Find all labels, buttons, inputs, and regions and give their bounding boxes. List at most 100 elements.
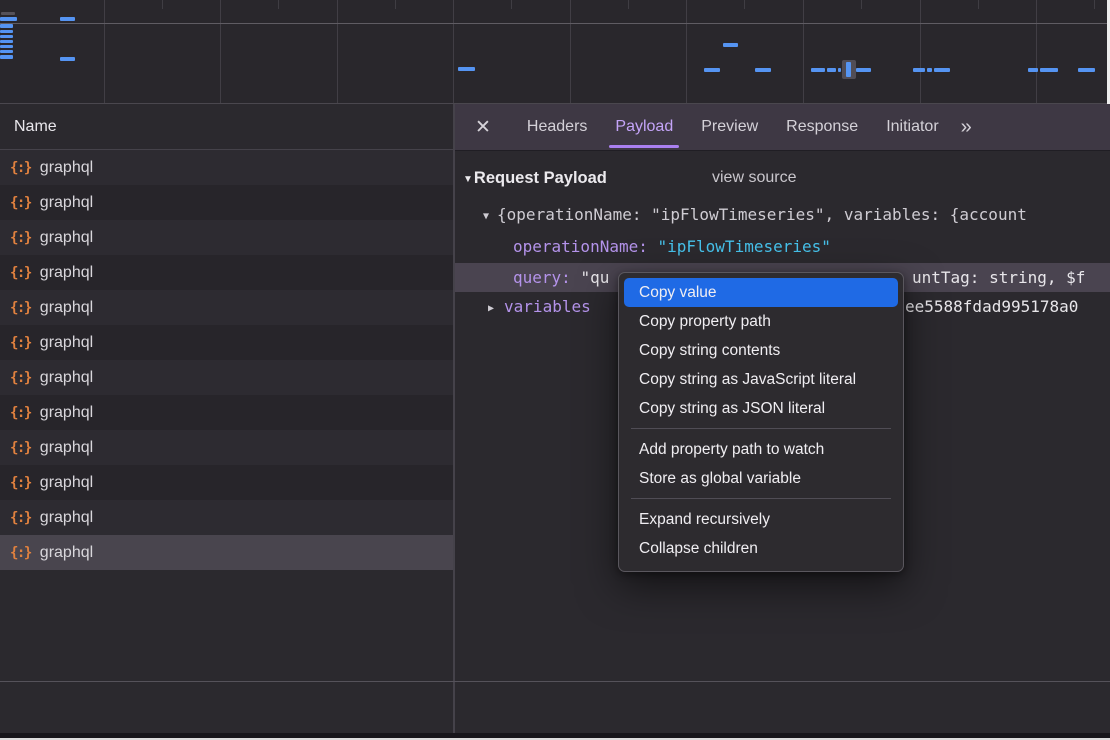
request-name-label: graphql	[40, 264, 93, 282]
request-row[interactable]: {:} graphql	[0, 430, 453, 465]
request-row[interactable]: {:} graphql	[0, 255, 453, 290]
overview-gridline	[803, 0, 804, 103]
menu-item-add-property-path-to-watch[interactable]: Add property path to watch	[624, 435, 898, 464]
request-row[interactable]: {:}graphql	[0, 465, 453, 500]
menu-item-expand-recursively[interactable]: Expand recursively	[624, 505, 898, 534]
overview-gridline	[570, 0, 571, 103]
overview-gridline	[104, 0, 105, 103]
payload-root-row[interactable]: ▼ {operationName: "ipFlowTimeseries", var…	[455, 201, 1110, 229]
tab-headers[interactable]: Headers	[513, 104, 601, 151]
overview-selected-request-marker[interactable]	[842, 60, 856, 79]
overview-request-bar	[458, 67, 475, 71]
overview-grid-tick	[978, 0, 979, 9]
payload-object-preview: {operationName: "ipFlowTimeseries", vari…	[497, 205, 1027, 224]
overview-selected-request-bar	[846, 62, 851, 77]
more-tabs-chevron-icon[interactable]: »	[961, 116, 970, 139]
overview-request-bar	[934, 68, 950, 72]
property-value-string-tail: untTag: string, $f	[912, 263, 1085, 292]
tab-payload[interactable]: Payload	[601, 104, 687, 151]
request-name-label: graphql	[40, 439, 93, 457]
tab-initiator[interactable]: Initiator	[872, 104, 952, 151]
expand-triangle-icon[interactable]: ▼	[483, 203, 489, 231]
overview-request-bar	[723, 43, 738, 47]
json-braces-icon: {:}	[10, 265, 31, 281]
collapsed-triangle-icon[interactable]: ▶	[488, 295, 494, 323]
section-expand-triangle-icon[interactable]: ▼	[463, 166, 473, 194]
overview-grid-tick	[628, 0, 629, 9]
request-name-label: graphql	[40, 544, 93, 562]
overview-request-bar	[755, 68, 771, 72]
request-row[interactable]: {:}graphql	[0, 395, 453, 430]
overview-request-bar	[0, 50, 13, 53]
view-source-link[interactable]: view source	[712, 164, 796, 192]
footer-divider-line	[0, 681, 1110, 682]
menu-item-collapse-children[interactable]: Collapse children	[624, 534, 898, 563]
overview-request-bar	[927, 68, 932, 72]
menu-item-copy-value[interactable]: Copy value	[624, 278, 898, 307]
section-title: Request Payload	[474, 169, 607, 187]
request-name-label: graphql	[40, 299, 93, 317]
name-column-header[interactable]: Name	[0, 104, 453, 150]
overview-request-bar	[811, 68, 825, 72]
menu-separator	[631, 498, 891, 499]
json-braces-icon: {:}	[10, 335, 31, 351]
menu-separator	[631, 428, 891, 429]
menu-item-copy-property-path[interactable]: Copy property path	[624, 307, 898, 336]
json-braces-icon: {:}	[10, 195, 31, 211]
overview-request-bar	[838, 68, 841, 72]
overview-request-bar	[704, 68, 720, 72]
request-row[interactable]: {:}graphql	[0, 290, 453, 325]
request-row[interactable]: {:} graphql	[0, 325, 453, 360]
overview-request-bar	[827, 68, 836, 72]
overview-gridline	[686, 0, 687, 103]
inspector-tab-bar: ✕ HeadersPayloadPreviewResponseInitiator…	[455, 104, 1110, 151]
menu-item-copy-string-as-javascript-literal[interactable]: Copy string as JavaScript literal	[624, 365, 898, 394]
request-name-label: graphql	[40, 509, 93, 527]
tab-response[interactable]: Response	[772, 104, 872, 151]
overview-request-bar	[0, 45, 13, 48]
menu-item-store-as-global-variable[interactable]: Store as global variable	[624, 464, 898, 493]
request-row[interactable]: {:} graphql	[0, 535, 453, 570]
request-name-label: graphql	[40, 474, 93, 492]
json-braces-icon: {:}	[10, 230, 31, 246]
overview-grid-tick	[395, 0, 396, 9]
overview-request-bar	[60, 57, 75, 61]
overview-grid-tick	[278, 0, 279, 9]
overview-request-bar	[0, 55, 13, 59]
json-braces-icon: {:}	[10, 370, 31, 386]
overview-request-bar	[1, 12, 15, 15]
json-braces-icon: {:}	[10, 545, 31, 561]
overview-grid-tick	[162, 0, 163, 9]
request-list-panel: Name {:}graphql{:}graphql{:}graphql{:}gr…	[0, 104, 453, 733]
menu-item-copy-string-contents[interactable]: Copy string contents	[624, 336, 898, 365]
overview-request-bar	[1078, 68, 1095, 72]
close-icon[interactable]: ✕	[475, 116, 491, 139]
overview-gridline	[920, 0, 921, 103]
overview-request-bar	[0, 24, 13, 28]
overview-horizontal-gridline	[0, 23, 1110, 24]
menu-item-copy-string-as-json-literal[interactable]: Copy string as JSON literal	[624, 394, 898, 423]
overview-request-bar	[60, 17, 75, 21]
request-row[interactable]: {:}graphql	[0, 150, 453, 185]
network-overview-timeline[interactable]	[0, 0, 1110, 104]
operation-name-row[interactable]: operationName: "ipFlowTimeseries"	[455, 233, 1110, 261]
overview-grid-tick	[511, 0, 512, 9]
property-key: variables	[504, 297, 591, 316]
overview-grid-tick	[861, 0, 862, 9]
json-braces-icon: {:}	[10, 510, 31, 526]
request-row[interactable]: {:}graphql	[0, 185, 453, 220]
context-menu: Copy valueCopy property pathCopy string …	[618, 272, 904, 572]
overview-gridline	[337, 0, 338, 103]
request-name-label: graphql	[40, 229, 93, 247]
json-braces-icon: {:}	[10, 440, 31, 456]
request-payload-section: ▼Request Payload view source	[455, 164, 1110, 192]
request-rows: {:} graphql {:} graphql {:} graphql {:} graphql…	[0, 150, 453, 570]
property-key: operationName:	[513, 237, 658, 256]
overview-grid-tick	[744, 0, 745, 9]
request-row[interactable]: {:} graphql	[0, 500, 453, 535]
overview-request-bar	[0, 40, 13, 43]
tab-preview[interactable]: Preview	[687, 104, 772, 151]
request-row[interactable]: {:} graphql	[0, 220, 453, 255]
request-name-label: graphql	[40, 334, 93, 352]
request-row[interactable]: {:}graphql	[0, 360, 453, 395]
